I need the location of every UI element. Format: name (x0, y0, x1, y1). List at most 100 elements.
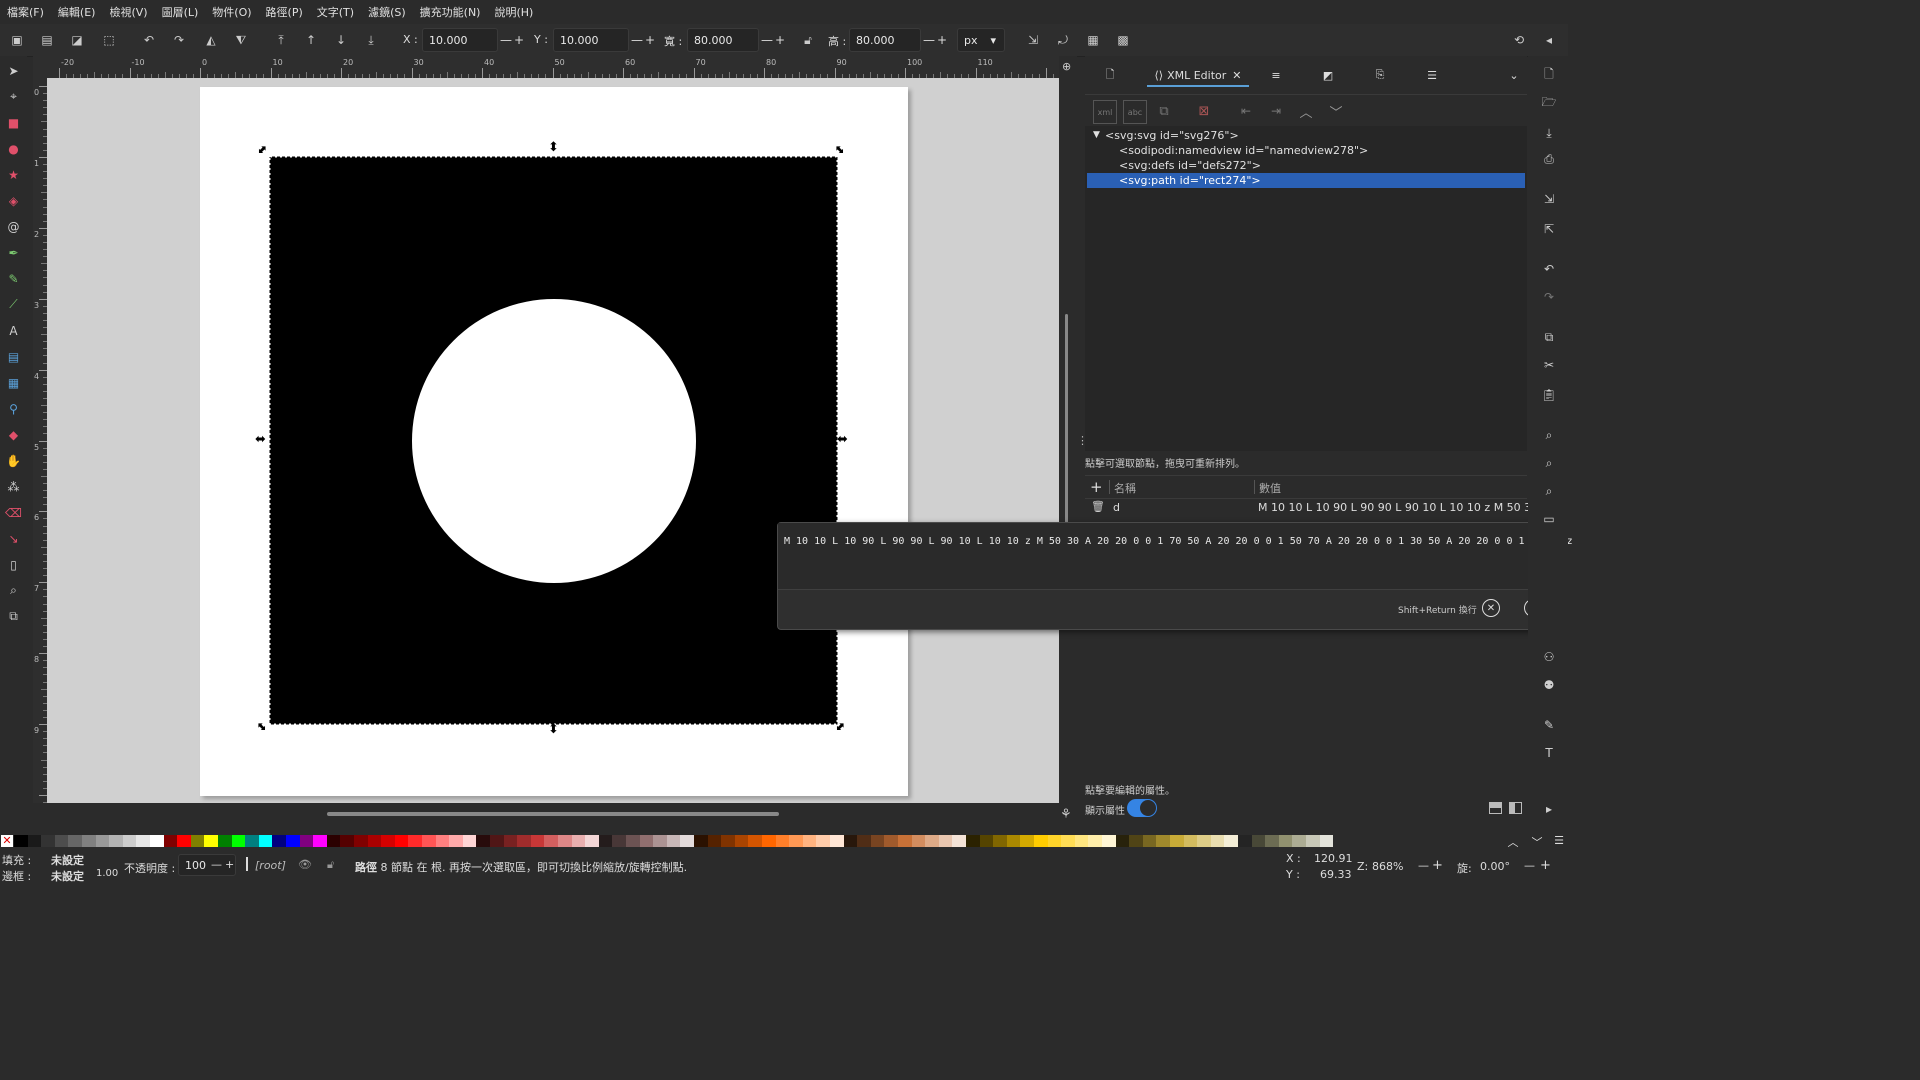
xml-editor-command-icon[interactable]: ✎ (1538, 714, 1560, 736)
y-minus-button[interactable]: — (631, 33, 643, 47)
cancel-edit-icon[interactable]: ✕ (1482, 599, 1500, 617)
height-input[interactable]: 80.000 (849, 28, 921, 52)
color-swatch[interactable] (503, 835, 518, 847)
color-swatch[interactable] (449, 835, 463, 847)
horizontal-scrollbar[interactable] (47, 803, 1059, 823)
menu-item[interactable]: 說明(H) (487, 4, 540, 20)
width-input[interactable]: 80.000 (687, 28, 759, 52)
color-swatch[interactable] (1102, 835, 1116, 847)
transform-patterns-icon[interactable]: ▩ (1112, 29, 1134, 51)
expander-triangle-icon[interactable]: ▼ (1093, 128, 1100, 143)
vertical-scroll-thumb[interactable] (1065, 314, 1068, 544)
select-all-icon[interactable]: ▣ (6, 29, 28, 51)
menu-item[interactable]: 檢視(V) (102, 4, 154, 20)
color-swatch[interactable] (571, 835, 586, 847)
stroke-width[interactable]: 1.00 (96, 868, 118, 879)
zoom-page-icon[interactable]: ⌕ (1538, 480, 1560, 502)
delete-node-icon[interactable]: ⊠ (1193, 100, 1215, 122)
color-swatch[interactable] (163, 835, 178, 847)
zoom-drawing-icon[interactable]: ⌕ (1538, 452, 1560, 474)
zoom-plus-button[interactable]: + (1432, 858, 1443, 873)
new-element-node-icon[interactable]: xml (1093, 100, 1117, 124)
layer-lock-icon[interactable]: 🔓︎ (327, 858, 334, 872)
color-manage-icon[interactable]: ⚘ (1060, 807, 1072, 822)
color-swatch[interactable] (626, 835, 640, 847)
width-minus-button[interactable]: — (761, 33, 773, 47)
layer-visibility-icon[interactable]: 👁︎ (298, 858, 312, 871)
selected-path[interactable] (270, 157, 837, 724)
x-minus-button[interactable]: — (500, 33, 512, 47)
xml-node-defs[interactable]: <svg:defs id="defs272"> (1087, 158, 1525, 173)
color-swatch[interactable] (558, 835, 572, 847)
rotate-cw-icon[interactable]: ↷ (168, 29, 190, 51)
redo-icon[interactable]: ↷ (1538, 286, 1560, 308)
color-swatch[interactable] (462, 835, 477, 847)
opacity-minus-button[interactable]: — (211, 858, 222, 871)
color-swatch[interactable] (299, 835, 314, 847)
zoom-width-icon[interactable]: ▭ (1538, 508, 1560, 530)
color-swatch[interactable] (326, 835, 341, 847)
color-swatch[interactable] (1129, 835, 1143, 847)
duplicate-node-icon[interactable]: ⧉ (1153, 100, 1175, 122)
color-swatch[interactable] (911, 835, 926, 847)
gradient-tool-icon[interactable]: ▤ (3, 346, 24, 367)
menu-item[interactable]: 擴充功能(N) (413, 4, 488, 20)
3d-box-tool-icon[interactable]: ◈ (3, 190, 24, 211)
color-swatch[interactable] (1061, 835, 1075, 847)
color-swatch[interactable] (272, 835, 286, 847)
color-swatch[interactable] (1156, 835, 1170, 847)
unindent-node-icon[interactable]: ⇤ (1235, 100, 1257, 122)
color-swatch[interactable] (1210, 835, 1225, 847)
color-swatch[interactable] (367, 835, 382, 847)
color-swatch[interactable] (54, 835, 69, 847)
scale-handle-s-icon[interactable]: ⬍ (548, 722, 559, 737)
menu-item[interactable]: 編輯(E) (51, 4, 103, 20)
lock-proportions-icon[interactable]: 🔓︎ (797, 29, 819, 51)
save-icon[interactable]: ⤓ (1538, 122, 1560, 144)
color-swatch[interactable] (14, 835, 28, 847)
raise-icon[interactable]: ↑ (300, 29, 322, 51)
deselect-icon[interactable]: ◪ (66, 29, 88, 51)
color-swatch[interactable] (190, 835, 205, 847)
color-swatch[interactable] (1074, 835, 1089, 847)
color-swatch[interactable] (653, 835, 667, 847)
height-minus-button[interactable]: — (923, 33, 935, 47)
vertical-scrollbar[interactable]: ⊕ (1059, 56, 1077, 803)
color-swatch[interactable] (639, 835, 654, 847)
layers-tab-icon[interactable]: ☰ (1421, 65, 1443, 85)
dropper-tool-icon[interactable]: ⚲ (3, 398, 24, 419)
select-all-layers-icon[interactable]: ▤ (36, 29, 58, 51)
color-swatch[interactable] (925, 835, 939, 847)
color-swatch[interactable] (585, 835, 599, 847)
color-swatch[interactable] (82, 835, 96, 847)
xml-node-namedview[interactable]: <sodipodi:namedview id="namedview278"> (1087, 143, 1525, 158)
menu-item[interactable]: 路徑(P) (259, 4, 310, 20)
new-text-node-icon[interactable]: abc (1123, 100, 1147, 124)
unlink-clone-icon[interactable]: ⚉ (1538, 674, 1560, 696)
star-tool-icon[interactable]: ★ (3, 164, 24, 185)
spray-tool-icon[interactable]: ⁂ (3, 476, 24, 497)
add-attribute-icon[interactable]: + (1090, 478, 1103, 496)
tab-xml-editor[interactable]: ⟨⟩ XML Editor ✕ (1147, 65, 1249, 87)
color-swatch[interactable] (204, 835, 218, 847)
touch-select-icon[interactable]: ⬚ (98, 29, 120, 51)
fill-stroke-tab-icon[interactable]: ◩ (1317, 65, 1339, 85)
color-swatch[interactable] (857, 835, 871, 847)
tweak-tool-icon[interactable]: ✋ (3, 450, 24, 471)
scale-handle-w-icon[interactable]: ⬌ (255, 432, 266, 447)
width-plus-button[interactable]: + (775, 33, 785, 47)
color-swatch[interactable] (476, 835, 490, 847)
color-swatch[interactable] (394, 835, 409, 847)
color-swatch[interactable] (1238, 835, 1252, 847)
color-swatch[interactable] (1006, 835, 1021, 847)
color-swatch[interactable] (789, 835, 803, 847)
lower-icon[interactable]: ↓ (330, 29, 352, 51)
height-plus-button[interactable]: + (937, 33, 947, 47)
color-swatch[interactable] (748, 835, 762, 847)
color-swatch[interactable] (258, 835, 273, 847)
color-swatch[interactable] (435, 835, 450, 847)
color-swatch[interactable] (734, 835, 749, 847)
ellipse-tool-icon[interactable]: ● (3, 138, 24, 159)
rotate-ccw-icon[interactable]: ↶ (138, 29, 160, 51)
flip-vertical-icon[interactable]: ⧨ (230, 29, 252, 51)
